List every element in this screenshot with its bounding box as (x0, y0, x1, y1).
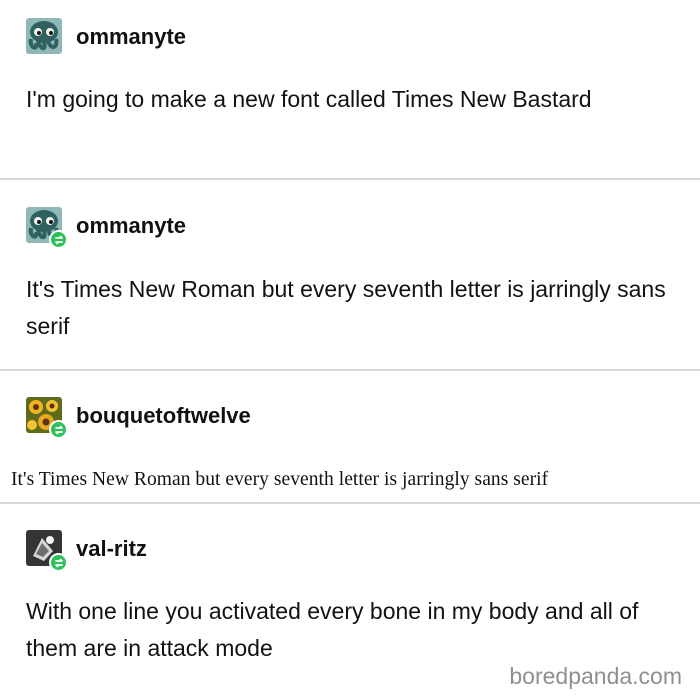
octopus-avatar-icon[interactable] (26, 18, 62, 54)
reblog-icon (49, 553, 68, 572)
post-3-header: bouquetoftwelve (26, 395, 251, 439)
post-4-text: With one line you activated every bone i… (26, 598, 639, 661)
post-1-text: I'm going to make a new font called Time… (26, 86, 592, 112)
post-3-avatar-wrap[interactable] (26, 397, 68, 439)
post-2-text: It's Times New Roman but every seventh l… (26, 276, 666, 339)
post-3: bouquetoftwelve It's Times New Roman but… (0, 371, 700, 503)
post-1-avatar-wrap[interactable] (26, 18, 64, 56)
post-4-avatar-wrap[interactable] (26, 530, 68, 572)
post-2-username[interactable]: ommanyte (76, 215, 186, 237)
post-1-header: ommanyte (26, 16, 186, 58)
post-3-text: It's Times New Roman but every seventh l… (11, 469, 549, 490)
post-1: ommanyte I'm going to make a new font ca… (0, 0, 700, 180)
post-2-header: ommanyte (26, 205, 186, 249)
reblog-icon (49, 230, 68, 249)
post-4-username[interactable]: val-ritz (76, 538, 147, 560)
post-3-username[interactable]: bouquetoftwelve (76, 405, 251, 427)
post-1-username[interactable]: ommanyte (76, 26, 186, 48)
boredpanda-watermark: boredpanda.com (509, 663, 682, 689)
post-4-header: val-ritz (26, 528, 147, 572)
post-2-avatar-wrap[interactable] (26, 207, 68, 249)
post-2: ommanyte It's Times New Roman but every … (0, 180, 700, 370)
reblog-icon (49, 420, 68, 439)
